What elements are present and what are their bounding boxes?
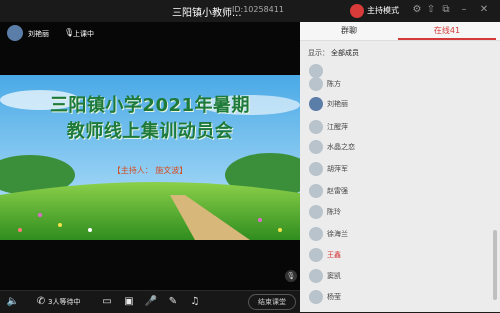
avatar — [309, 290, 323, 304]
popout-icon[interactable]: ⧉ — [440, 4, 452, 16]
end-class-button[interactable]: 结束课堂 — [248, 294, 296, 310]
member-name: 赵雷强 — [327, 187, 348, 195]
member-name: 江醒萍 — [327, 123, 348, 131]
avatar — [309, 97, 323, 111]
member-name: 徐海兰 — [327, 230, 348, 238]
meeting-id: ID:10258411 — [232, 5, 284, 14]
slide-title-line1: 三阳镇小学2021年暑期 — [49, 95, 251, 116]
share-icon[interactable]: ⇧ — [425, 4, 437, 16]
phone-icon[interactable]: ✆ — [34, 295, 48, 309]
avatar — [309, 269, 323, 283]
member-name: 水晶之恋 — [327, 143, 355, 151]
avatar — [309, 162, 323, 176]
host-mode-label[interactable]: 主持模式 — [367, 5, 399, 16]
presentation-slide: 三阳镇小学2021年暑期 教师线上集训动员会 【主持人： 施文波】 — [0, 75, 300, 240]
host-name: 刘艳丽 — [28, 30, 49, 38]
tab-group-chat[interactable]: 群聊 — [300, 22, 398, 40]
avatar — [309, 248, 323, 262]
member-name: 杨莹 — [327, 293, 341, 301]
lesson-status: 上课中 — [73, 30, 94, 38]
list-item[interactable]: 水晶之恋 — [300, 138, 492, 157]
member-name: 王鑫 — [327, 251, 341, 259]
image-icon[interactable]: ▣ — [122, 295, 136, 309]
list-item[interactable]: 赵雷强 — [300, 182, 492, 201]
tab-online[interactable]: 在线41 — [398, 22, 496, 40]
member-name: 胡萍军 — [327, 165, 348, 173]
list-item[interactable]: 刘艳丽 — [300, 95, 492, 114]
list-item[interactable]: 窦凯 — [300, 267, 492, 286]
slide-title-line2: 教师线上集训动员会 — [66, 121, 234, 142]
mic-icon[interactable]: 🎤 — [144, 295, 158, 309]
speaker-icon[interactable]: 🔈 — [6, 295, 20, 309]
member-name: 陈玲 — [327, 208, 341, 216]
list-item[interactable]: 徐海兰 — [300, 225, 492, 244]
camera-icon[interactable]: ▭ — [100, 295, 114, 309]
mic-status-icon[interactable]: 🎙 — [285, 270, 297, 282]
host-avatar — [7, 25, 23, 41]
avatar — [309, 184, 323, 198]
avatar — [309, 77, 323, 91]
member-name: 陈方 — [327, 80, 341, 88]
settings-icon[interactable]: ⚙ — [411, 4, 423, 16]
avatar — [309, 227, 323, 241]
avatar — [309, 120, 323, 134]
list-item[interactable]: 陈方 — [300, 75, 492, 94]
member-name: 刘艳丽 — [327, 100, 348, 108]
close-icon[interactable]: ✕ — [478, 4, 490, 16]
music-icon[interactable]: ♫ — [188, 295, 202, 309]
minimize-icon[interactable]: – — [458, 4, 470, 16]
list-item[interactable]: 王鑫 — [300, 246, 492, 265]
list-item[interactable]: 杨莹 — [300, 288, 492, 307]
waiting-count[interactable]: 3人等待中 — [48, 297, 80, 307]
filter-label: 显示： — [308, 49, 329, 57]
list-item[interactable]: 胡萍军 — [300, 160, 492, 179]
bottom-toolbar: 🔈 ✆ 3人等待中 ▭ ▣ 🎤 ✎ ♫ 结束课堂 — [0, 290, 300, 313]
avatar — [309, 140, 323, 154]
slide-host-line: 【主持人： 施文波】 — [112, 166, 188, 175]
edit-icon[interactable]: ✎ — [166, 295, 180, 309]
member-list-scrollbar[interactable] — [493, 230, 497, 300]
list-item[interactable]: 江醒萍 — [300, 118, 492, 137]
filter-select[interactable]: 全部成员 — [331, 48, 359, 58]
member-name: 窦凯 — [327, 272, 341, 280]
list-item[interactable]: 陈玲 — [300, 203, 492, 222]
host-mode-icon[interactable] — [350, 4, 364, 18]
panel-tabs: 群聊 在线41 — [300, 22, 500, 41]
avatar — [309, 205, 323, 219]
